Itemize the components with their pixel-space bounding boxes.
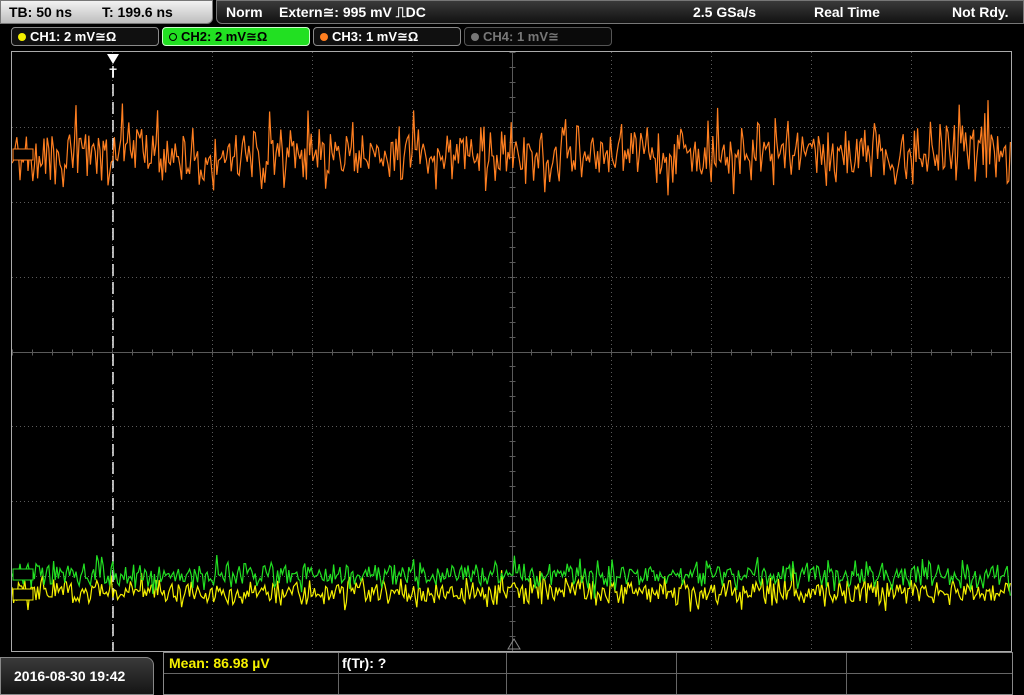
channel-2-button[interactable]: CH2: 2 mV≅Ω: [162, 27, 310, 46]
channel-bar: CH1: 2 mV≅Ω CH2: 2 mV≅Ω CH3: 1 mV≅Ω CH4:…: [0, 24, 1024, 50]
channel-4-button[interactable]: CH4: 1 mV≅: [464, 27, 612, 46]
channel-1-button[interactable]: CH1: 2 mV≅Ω: [11, 27, 159, 46]
channel-1-offset-marker[interactable]: [12, 588, 34, 601]
channel-3-waveform: [12, 100, 1011, 196]
measurement-mean[interactable]: Mean: 86.98 µV: [169, 654, 270, 673]
datetime-display: 2016-08-30 19:42: [0, 657, 154, 695]
bottom-status-bar: 2016-08-30 19:42 Mean: 86.98 µV f(Tr): ?: [0, 652, 1024, 695]
acquisition-mode: Real Time: [814, 4, 880, 20]
trigger-marker-label: T: [109, 66, 117, 80]
measurement-divider: [676, 653, 677, 694]
measurement-divider: [164, 673, 1012, 674]
horizontal-reference-icon: [507, 638, 521, 650]
channel-2-label: CH2: 2 mV≅Ω: [181, 29, 268, 44]
trigger-status: Not Rdy.: [952, 4, 1009, 20]
trigger-info-bar[interactable]: Norm Extern≅: 995 mV ⎍DC 2.5 GSa/s Real …: [216, 0, 1024, 24]
channel-1-color-dot: [18, 33, 26, 41]
measurement-divider: [846, 653, 847, 694]
channel-2-offset-marker[interactable]: [12, 568, 34, 581]
channel-4-label: CH4: 1 mV≅: [483, 29, 559, 44]
trigger-position-arrow-icon[interactable]: [107, 54, 119, 64]
waveform-display[interactable]: T: [11, 51, 1012, 652]
channel-3-label: CH3: 1 mV≅Ω: [332, 29, 419, 44]
measurement-divider: [506, 653, 507, 694]
trigger-mode: Norm: [226, 4, 263, 20]
measurement-frequency[interactable]: f(Tr): ?: [342, 654, 386, 673]
trigger-time-label: T: 199.6 ns: [102, 4, 173, 20]
channel-3-offset-marker[interactable]: [12, 148, 34, 161]
sample-rate: 2.5 GSa/s: [693, 4, 757, 20]
trigger-source: Extern≅: 995 mV ⎍DC: [279, 4, 426, 20]
measurement-panel[interactable]: Mean: 86.98 µV f(Tr): ?: [163, 652, 1013, 695]
channel-4-color-dot: [471, 33, 479, 41]
channel-3-button[interactable]: CH3: 1 mV≅Ω: [313, 27, 461, 46]
top-status-bar: TB: 50 ns T: 199.6 ns Norm Extern≅: 995 …: [0, 0, 1024, 24]
channel-1-label: CH1: 2 mV≅Ω: [30, 29, 117, 44]
measurement-divider: [338, 653, 339, 694]
timebase-box[interactable]: TB: 50 ns T: 199.6 ns: [0, 0, 213, 24]
channel-3-color-dot: [320, 33, 328, 41]
channel-2-color-dot: [169, 33, 177, 41]
timebase-label: TB: 50 ns: [9, 4, 73, 20]
waveform-svg: T: [12, 52, 1011, 651]
